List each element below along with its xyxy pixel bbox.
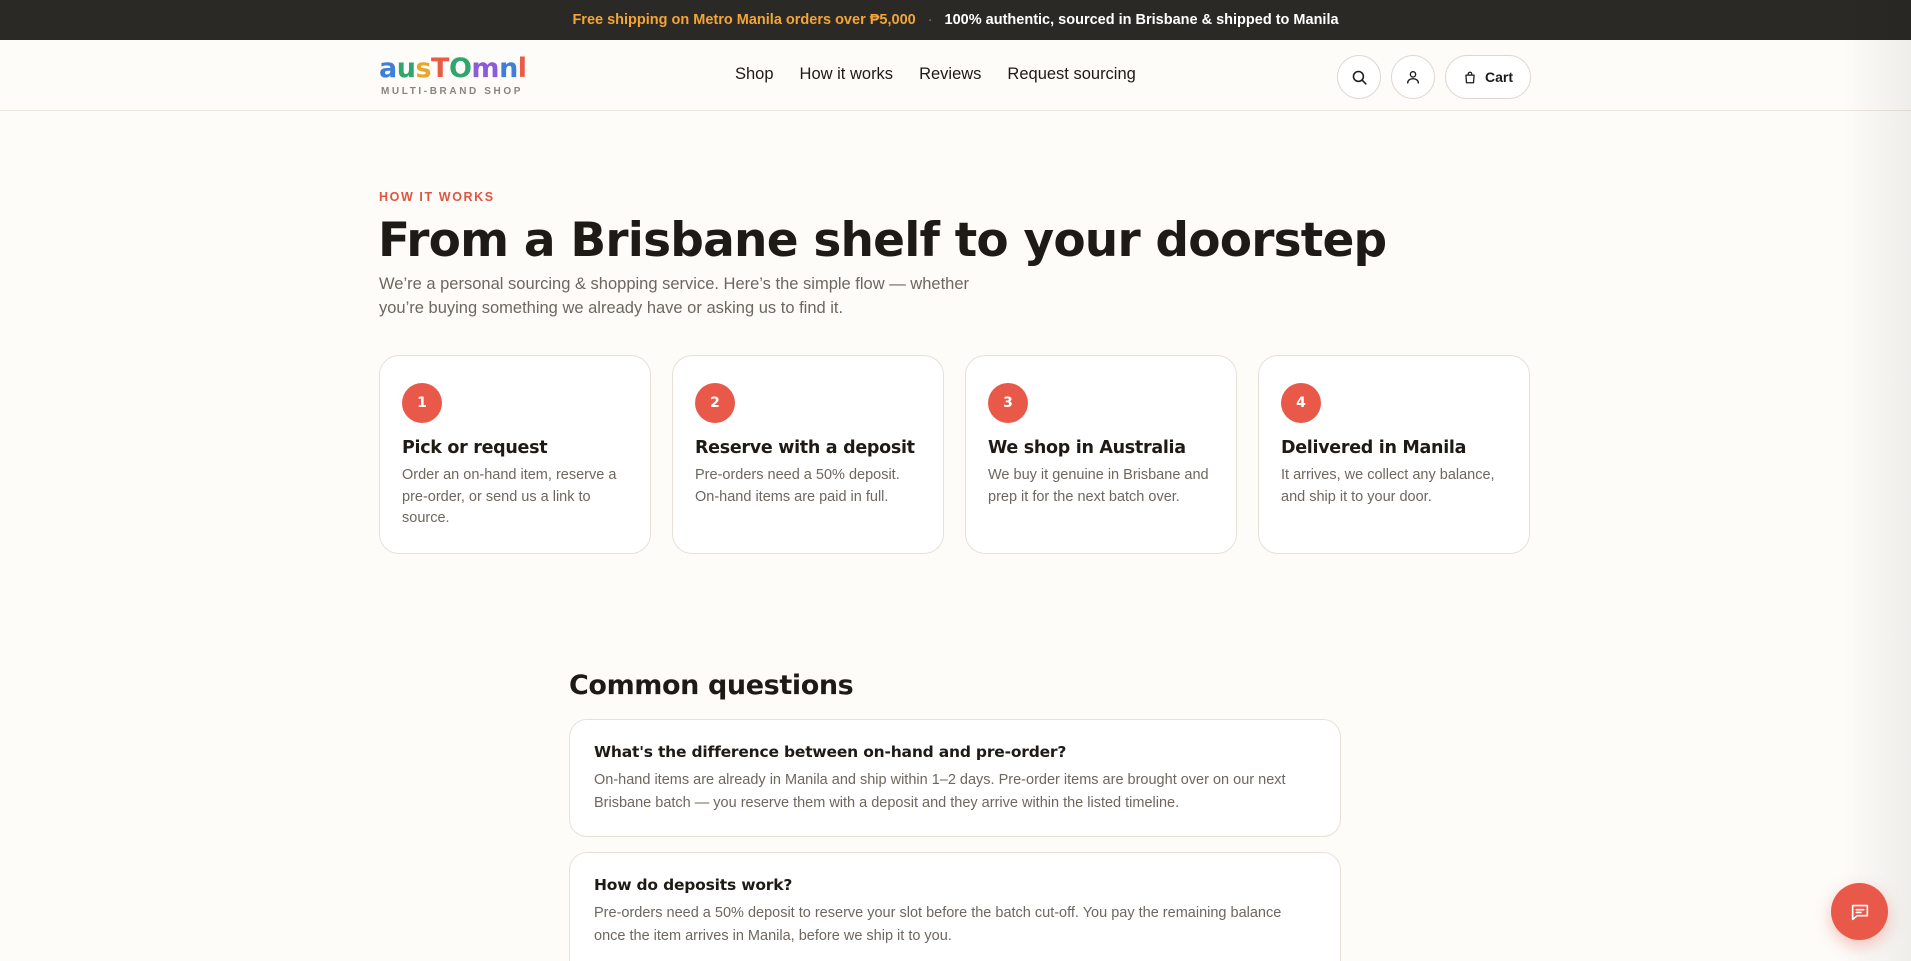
step-number-badge: 3 <box>988 383 1028 423</box>
step-card: 3 We shop in Australia We buy it genuine… <box>965 355 1237 554</box>
step-title: Delivered in Manila <box>1281 438 1467 458</box>
user-icon <box>1407 71 1419 84</box>
step-title: Reserve with a deposit <box>695 438 915 458</box>
page-edge-shade <box>1841 0 1911 961</box>
search-button[interactable] <box>1337 55 1381 99</box>
faq-item[interactable]: How do deposits work? Pre-orders need a … <box>569 852 1341 961</box>
cart-label: Cart <box>1484 69 1513 85</box>
section-eyebrow: HOW IT WORKS <box>379 190 495 204</box>
step-number-badge: 1 <box>402 383 442 423</box>
steps-list: 1 Pick or request Order an on-hand item,… <box>379 355 1530 554</box>
cart-button[interactable]: Cart <box>1445 55 1531 99</box>
bag-icon <box>1465 71 1475 83</box>
nav-item-shop[interactable]: Shop <box>735 65 774 84</box>
page-subtitle: We’re a personal sourcing & shopping ser… <box>379 275 970 317</box>
site-header: ausTOmnl MULTI-BRAND SHOP Shop How it wo… <box>0 40 1911 111</box>
faq-item[interactable]: What's the difference between on-hand an… <box>569 719 1341 837</box>
faq-heading: Common questions <box>569 670 854 701</box>
chat-button[interactable] <box>1831 883 1888 940</box>
faq-question: What's the difference between on-hand an… <box>594 743 1067 761</box>
announcement-bar: Free shipping on Metro Manila orders ove… <box>0 0 1911 40</box>
step-card: 4 Delivered in Manila It arrives, we col… <box>1258 355 1530 554</box>
step-title: Pick or request <box>402 438 548 458</box>
shipping-promo: Free shipping on Metro Manila orders ove… <box>572 12 916 28</box>
step-description: Pre-orders need a 50% deposit. On-hand i… <box>695 467 900 505</box>
brand-tagline: MULTI-BRAND SHOP <box>381 86 523 97</box>
step-description: It arrives, we collect any balance, and … <box>1281 467 1495 505</box>
main-nav: Shop How it works Reviews Request sourci… <box>735 65 1136 84</box>
announcement-separator: · <box>927 12 933 28</box>
step-number-badge: 2 <box>695 383 735 423</box>
search-icon <box>1352 70 1367 85</box>
step-title: We shop in Australia <box>988 438 1186 458</box>
authenticity-note: 100% authentic, sourced in Brisbane & sh… <box>944 12 1339 28</box>
page-title: From a Brisbane shelf to your doorstep <box>378 213 1387 268</box>
step-description: We buy it genuine in Brisbane and prep i… <box>988 467 1209 505</box>
chat-icon <box>1851 904 1868 920</box>
step-description: Order an on-hand item, reserve a pre-ord… <box>402 467 617 526</box>
step-card: 2 Reserve with a deposit Pre-orders need… <box>672 355 944 554</box>
brand-wordmark: ausTOmnl <box>379 53 527 84</box>
nav-item-reviews[interactable]: Reviews <box>919 65 981 84</box>
account-button[interactable] <box>1391 55 1435 99</box>
faq-answer: On-hand items are already in Manila and … <box>594 772 1286 811</box>
nav-item-request-sourcing[interactable]: Request sourcing <box>1007 65 1135 84</box>
step-number-badge: 4 <box>1281 383 1321 423</box>
step-card: 1 Pick or request Order an on-hand item,… <box>379 355 651 554</box>
brand-logo[interactable]: ausTOmnl MULTI-BRAND SHOP <box>379 53 527 97</box>
faq-question: How do deposits work? <box>594 876 793 894</box>
nav-item-how-it-works[interactable]: How it works <box>800 65 894 84</box>
faq-answer: Pre-orders need a 50% deposit to reserve… <box>594 905 1282 944</box>
